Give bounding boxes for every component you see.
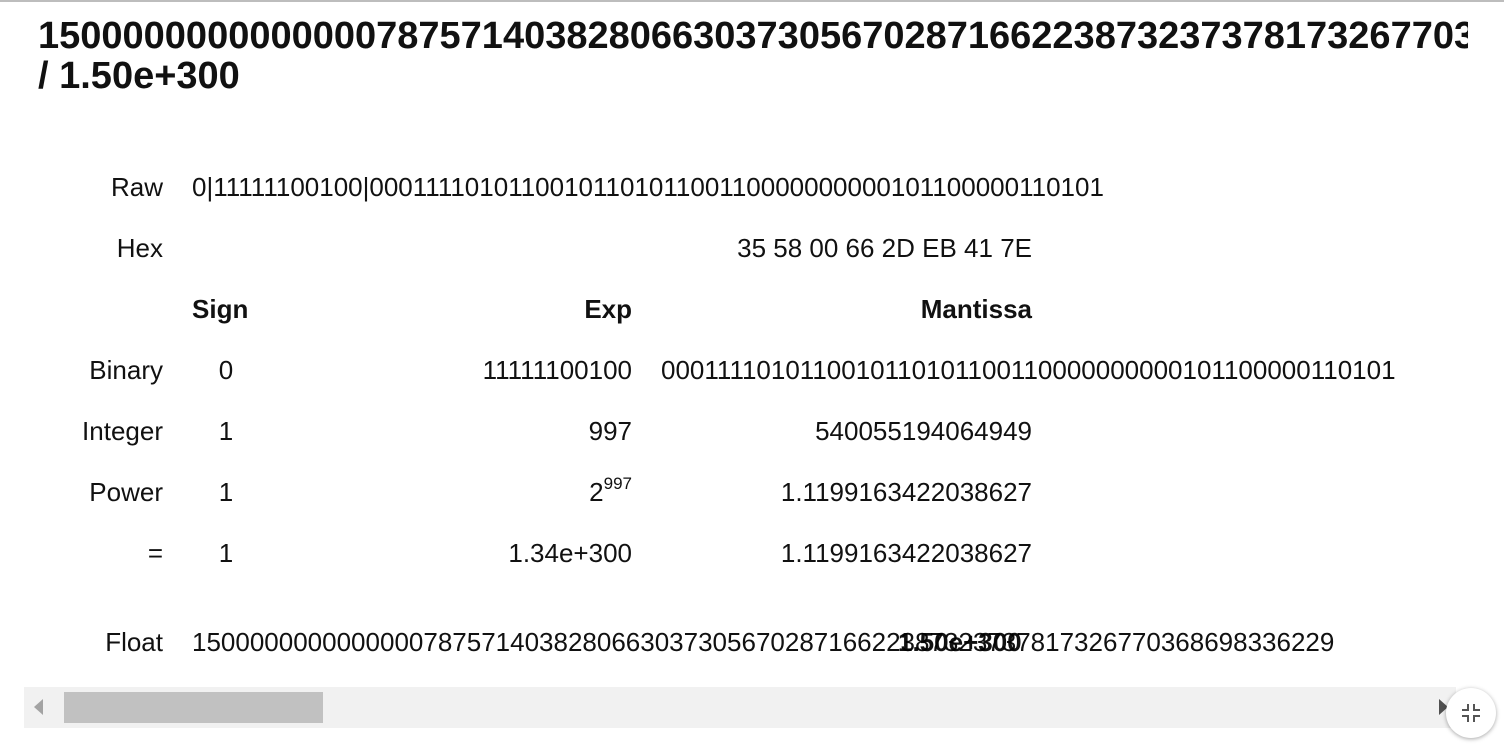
power-exp: 2997 <box>432 474 632 511</box>
triangle-left-icon[interactable] <box>34 699 43 715</box>
integer-label: Integer <box>82 416 163 446</box>
equals-sign: 1 <box>218 538 234 568</box>
float-label: Float <box>105 627 163 657</box>
float-value: 1500000000000000787571403828066303730567… <box>192 627 1335 657</box>
power-mantissa: 1.1199163422038627 <box>780 477 1032 507</box>
horizontal-scrollbar[interactable] <box>24 687 1456 728</box>
collapse-button[interactable] <box>1446 688 1496 738</box>
equals-mantissa: 1.1199163422038627 <box>780 538 1032 568</box>
hex-label: Hex <box>116 233 163 263</box>
raw-label: Raw <box>110 172 163 202</box>
equals-exp: 1.34e+300 <box>508 538 632 568</box>
binary-exp: 11111100100 <box>482 355 632 385</box>
scrollbar-thumb[interactable] <box>64 692 323 723</box>
sign-header: Sign <box>192 294 249 324</box>
integer-sign: 1 <box>218 416 234 446</box>
integer-mantissa: 540055194064949 <box>815 416 1032 446</box>
page-title: 1500000000000000787571403828066303730567… <box>38 16 1468 96</box>
equals-label: = <box>147 538 163 568</box>
exp-header: Exp <box>584 294 632 324</box>
float-overlay: 1.50e+300 <box>898 627 1022 657</box>
page-title-line-2: / 1.50e+300 <box>38 55 240 96</box>
binary-sign: 0 <box>218 355 234 385</box>
power-exp-superscript: 997 <box>603 474 632 493</box>
page-title-line-1: 1500000000000000787571403828066303730567… <box>38 16 1468 57</box>
power-label: Power <box>89 477 163 507</box>
hex-value: 35 58 00 66 2D EB 41 7E <box>737 233 1032 263</box>
integer-exp: 997 <box>588 416 632 446</box>
top-border <box>0 0 1504 2</box>
raw-value: 0|11111100100|00011110101100101101011001… <box>192 172 1104 202</box>
power-sign: 1 <box>218 477 234 507</box>
binary-label: Binary <box>89 355 163 385</box>
power-exp-base: 2 <box>589 477 604 507</box>
binary-mantissa: 0001111010110010110101100110000000000101… <box>661 355 1396 385</box>
collapse-arrows-icon <box>1462 704 1480 722</box>
mantissa-header: Mantissa <box>920 294 1032 324</box>
